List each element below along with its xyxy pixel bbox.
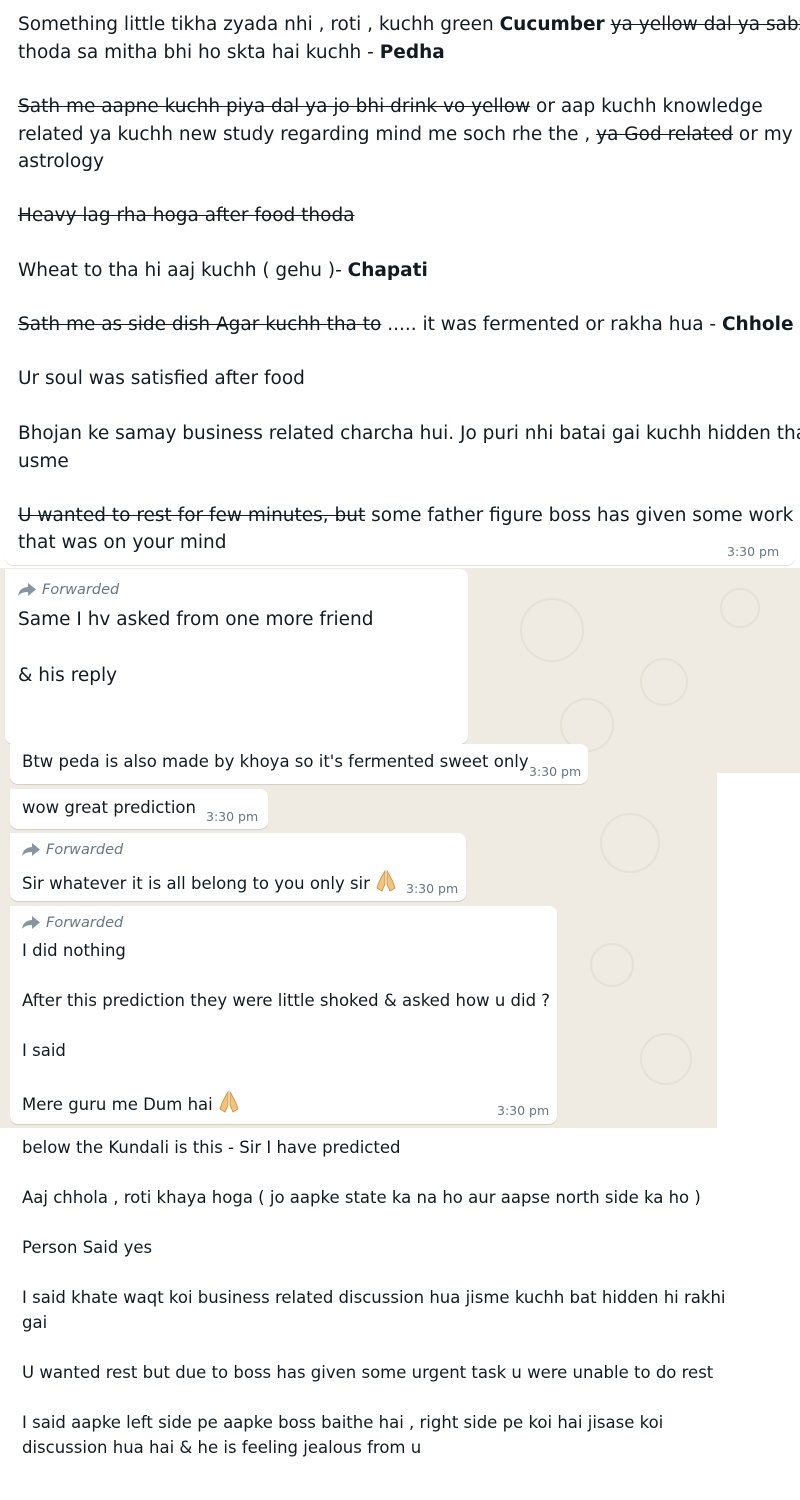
- wallpaper-doodle: [600, 813, 660, 873]
- text-line: & his reply: [18, 665, 118, 686]
- message-bubble-forwarded-friend[interactable]: Forwarded Same I hv asked from one more …: [5, 569, 468, 744]
- text-line: Wheat to tha hi aaj kuchh ( gehu )- Chap…: [18, 260, 428, 281]
- text-line: Heavy lag rha hoga after food thoda: [18, 205, 355, 226]
- text-line: Bhojan ke samay business related charcha…: [18, 423, 800, 444]
- text-line: U wanted rest but due to boss has given …: [22, 1363, 714, 1382]
- forwarded-label: Forwarded: [22, 915, 123, 931]
- forwarded-label: Forwarded: [22, 842, 123, 858]
- forward-arrow-icon: [22, 916, 40, 929]
- message-timestamp: 3:30 pm: [727, 544, 780, 559]
- wallpaper-doodle: [590, 943, 634, 987]
- text-line: Mere guru me Dum hai: [22, 1091, 239, 1114]
- text-line: Ur soul was satisfied after food: [18, 368, 305, 389]
- text-line: Same I hv asked from one more friend: [18, 609, 374, 630]
- wallpaper-doodle: [640, 658, 688, 706]
- text-line: usme: [18, 451, 69, 472]
- text-line: After this prediction they were little s…: [22, 991, 551, 1010]
- text-line: Sath me aapne kuchh piya dal ya jo bhi d…: [18, 96, 763, 117]
- message-bubble-prediction[interactable]: Something little tikha zyada nhi , roti …: [5, 0, 800, 565]
- text-line: astrology: [18, 151, 104, 172]
- forward-arrow-icon: [18, 583, 36, 596]
- text-line: Aaj chhola , roti khaya hoga ( jo aapke …: [22, 1188, 701, 1207]
- message-bubble-forwarded-nothing[interactable]: Forwarded I did nothing After this predi…: [10, 906, 557, 1124]
- message-timestamp: 3:30 pm: [406, 881, 459, 896]
- folded-hands-icon: [376, 870, 396, 892]
- text-line: related ya kuchh new study regarding min…: [18, 124, 793, 145]
- message-timestamp: 3:30 pm: [529, 764, 582, 779]
- message-bubble-wow[interactable]: wow great prediction 3:30 pm: [10, 789, 268, 829]
- message-below-kundali[interactable]: below the Kundali is this - Sir I have p…: [10, 1128, 790, 1488]
- text-line: I did nothing: [22, 941, 126, 960]
- message-text: Btw peda is also made by khoya so it's f…: [22, 752, 529, 771]
- wallpaper-doodle: [720, 588, 760, 628]
- forwarded-label: Forwarded: [18, 582, 119, 598]
- text-line: Something little tikha zyada nhi , roti …: [18, 14, 800, 35]
- message-bubble-peda[interactable]: Btw peda is also made by khoya so it's f…: [10, 744, 588, 784]
- wallpaper-doodle: [520, 598, 584, 662]
- text-line: Sath me as side dish Agar kuchh tha to .…: [18, 314, 794, 335]
- message-timestamp: 3:30 pm: [206, 809, 259, 824]
- text-line: U wanted to rest for few minutes, but so…: [18, 505, 794, 526]
- message-text: wow great prediction: [22, 798, 196, 817]
- text-line: gai: [22, 1313, 48, 1332]
- text-line: I said: [22, 1041, 66, 1060]
- message-bubble-forwarded-sir[interactable]: Forwarded Sir whatever it is all belong …: [10, 833, 466, 901]
- wallpaper-doodle: [640, 1033, 692, 1085]
- text-line: Sir whatever it is all belong to you onl…: [22, 870, 396, 893]
- text-line: that was on your mind: [18, 532, 227, 553]
- folded-hands-icon: [219, 1091, 239, 1113]
- text-line: discussion hua hai & he is feeling jealo…: [22, 1438, 422, 1457]
- text-line: I said khate waqt koi business related d…: [22, 1288, 726, 1307]
- message-timestamp: 3:30 pm: [497, 1103, 550, 1118]
- text-line: thoda sa mitha bhi ho skta hai kuchh - P…: [18, 42, 445, 63]
- text-line: I said aapke left side pe aapke boss bai…: [22, 1413, 664, 1432]
- text-line: below the Kundali is this - Sir I have p…: [22, 1138, 401, 1157]
- forward-arrow-icon: [22, 843, 40, 856]
- text-line: Person Said yes: [22, 1238, 153, 1257]
